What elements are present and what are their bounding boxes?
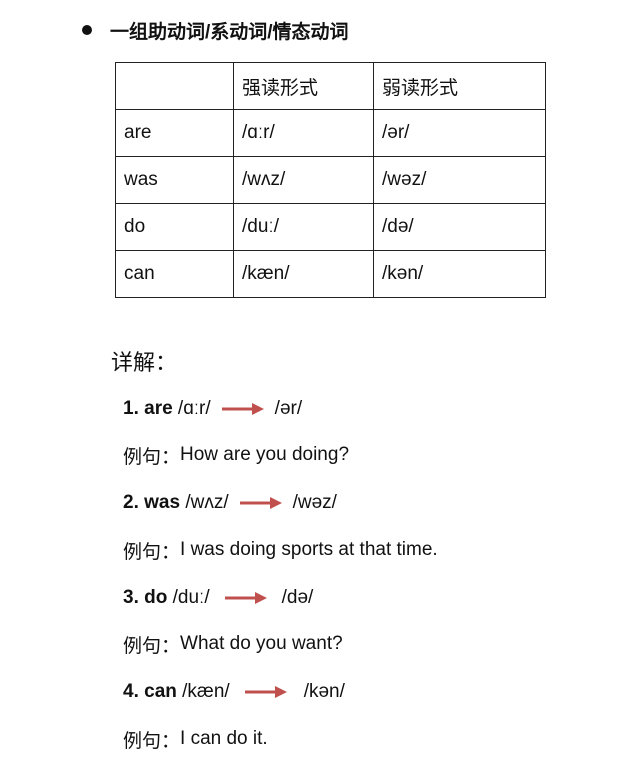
detail-item: 1. are /ɑːr/ /ər/: [123, 394, 302, 424]
table-cell-word: are: [115, 109, 234, 157]
table-row: can /kæn/ /kən/: [115, 250, 546, 298]
detail-word: 2. was: [123, 492, 181, 513]
pronunciation-table: 强读形式 弱读形式 are /ɑːr/ /ər/ was /wʌz/ /wəz/…: [115, 62, 546, 298]
table-header-row: 强读形式 弱读形式: [115, 62, 546, 110]
strong-form: /duː/: [167, 587, 210, 608]
example-sentence: 例句： What do you want?: [123, 629, 343, 659]
example-text: How are you doing?: [180, 444, 350, 465]
table-cell-weak: /də/: [373, 203, 546, 251]
example-label: 例句：: [123, 635, 181, 657]
table-cell-word: do: [115, 203, 234, 251]
example-sentence: 例句： I was doing sports at that time.: [123, 535, 438, 565]
example-sentence: 例句： I can do it.: [123, 724, 268, 754]
example-text: I can do it.: [180, 728, 268, 749]
detail-word: 3. do: [123, 587, 168, 608]
detail-item: 2. was /wʌz/ /wəz/: [123, 488, 337, 518]
detail-item: 3. do /duː/ /də/: [123, 583, 313, 613]
example-label: 例句：: [123, 541, 181, 563]
table-cell-strong: /kæn/: [233, 250, 374, 298]
table-cell-weak: /kən/: [373, 250, 546, 298]
right-arrow-icon: [224, 591, 268, 605]
right-arrow-icon: [239, 496, 283, 510]
table-cell-weak: /wəz/: [373, 156, 546, 204]
strong-form: /ɑːr/: [172, 398, 211, 419]
detail-word: 4. can: [123, 681, 177, 702]
table-cell-strong: /ɑːr/: [233, 109, 374, 157]
right-arrow-icon: [221, 402, 265, 416]
table-cell-weak: /ər/: [373, 109, 546, 157]
heading-text: 一组助动词/系动词/情态动词: [110, 21, 349, 43]
example-label: 例句：: [123, 446, 181, 468]
table-header-cell: [115, 62, 234, 110]
weak-form: /ər/: [274, 398, 303, 419]
table-cell-word: can: [115, 250, 234, 298]
weak-form: /wəz/: [292, 492, 337, 513]
example-text: I was doing sports at that time.: [180, 539, 438, 560]
weak-form: /kən/: [303, 681, 345, 702]
table-cell-word: was: [115, 156, 234, 204]
table-cell-strong: /wʌz/: [233, 156, 374, 204]
example-text: What do you want?: [180, 633, 343, 654]
weak-form: /də/: [281, 587, 314, 608]
strong-form: /wʌz/: [180, 492, 229, 513]
table-cell-strong: /duː/: [233, 203, 374, 251]
detail-word: 1. are: [123, 398, 173, 419]
table-header-cell: 弱读形式: [373, 62, 546, 110]
example-label: 例句：: [123, 730, 181, 752]
strong-form: /kæn/: [176, 681, 230, 702]
right-arrow-icon: [244, 685, 288, 699]
detail-item: 4. can /kæn/ /kən/: [123, 677, 345, 707]
table-header-cell: 强读形式: [233, 62, 374, 110]
section-heading: 一组助动词/系动词/情态动词: [82, 16, 349, 44]
table-row: was /wʌz/ /wəz/: [115, 156, 546, 204]
table-row: do /duː/ /də/: [115, 203, 546, 251]
example-sentence: 例句： How are you doing?: [123, 440, 349, 470]
details-title: 详解：: [111, 350, 178, 375]
table-row: are /ɑːr/ /ər/: [115, 109, 546, 157]
bullet-dot-icon: [82, 25, 92, 35]
